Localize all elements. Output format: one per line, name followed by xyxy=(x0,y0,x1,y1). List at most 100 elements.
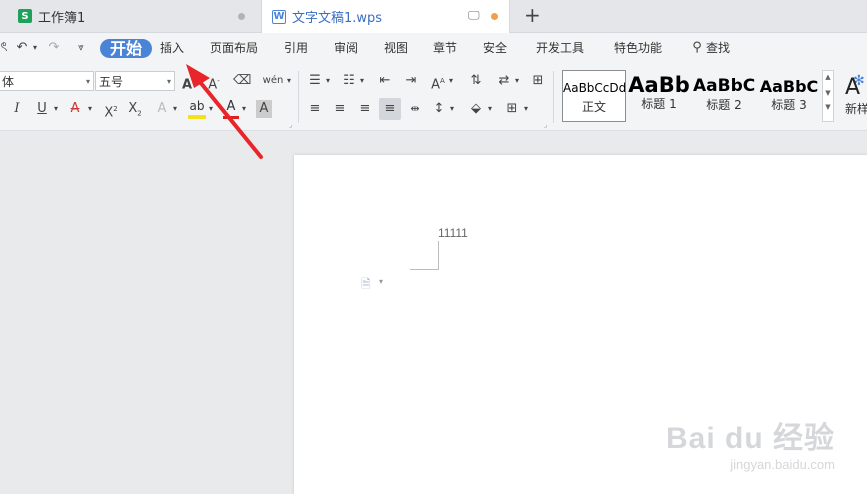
chevron-down-icon: ▾ xyxy=(85,77,90,86)
align-center-icon[interactable]: ≡ xyxy=(332,99,348,119)
menu-dev-tools[interactable]: 开发工具 xyxy=(536,33,584,63)
menu-references[interactable]: 引用 xyxy=(284,33,308,63)
search-icon[interactable]: ⚲ xyxy=(689,38,705,58)
distribute-icon[interactable]: ⇹ xyxy=(405,99,425,119)
menu-view[interactable]: 视图 xyxy=(384,33,408,63)
chevron-down-icon: ▾ xyxy=(166,77,171,86)
menu-security[interactable]: 安全 xyxy=(483,33,507,63)
tab-workbook[interactable]: S 工作簿1 xyxy=(0,0,260,32)
search-fragment-icon[interactable]: ৎ xyxy=(0,38,8,58)
new-style-label[interactable]: 新样 xyxy=(845,100,867,117)
baidu-watermark: Bai du 经验 jingyan.baidu.com xyxy=(666,413,835,472)
increase-indent-icon[interactable]: ⇥ xyxy=(403,71,419,91)
chevron-down-icon[interactable]: ▾ xyxy=(447,71,455,91)
redo-icon[interactable]: ↷ xyxy=(46,38,62,58)
chevron-down-icon[interactable]: ▾ xyxy=(486,99,494,119)
chevron-down-icon[interactable]: ▾ xyxy=(171,99,179,119)
menu-special-features[interactable]: 特色功能 xyxy=(614,33,662,63)
new-tab-plus-icon[interactable]: + xyxy=(524,3,541,27)
menu-start[interactable]: 开始 xyxy=(100,39,153,58)
chevron-down-icon[interactable]: ▾ xyxy=(240,99,248,119)
scroll-down-icon[interactable]: ▼ xyxy=(823,89,833,97)
underline-icon[interactable]: U xyxy=(34,99,50,119)
superscript-icon[interactable]: X2 xyxy=(102,99,120,120)
style-normal[interactable]: AaBbCcDd 正文 xyxy=(562,70,626,122)
spreadsheet-icon: S xyxy=(18,9,32,23)
chevron-down-icon[interactable]: ▾ xyxy=(358,71,366,91)
watermark-url: jingyan.baidu.com xyxy=(730,457,835,472)
chevron-down-icon[interactable]: ▾ xyxy=(513,71,521,91)
margin-crop-mark xyxy=(410,269,439,270)
clear-format-eraser-icon[interactable]: ⌫ xyxy=(233,71,251,91)
highlight-color-icon[interactable]: ab xyxy=(188,99,206,119)
chevron-down-icon[interactable]: ▾ xyxy=(448,99,456,119)
style-sample: AaBb xyxy=(628,73,690,97)
chevron-down-icon[interactable]: ▾ xyxy=(86,99,94,119)
menu-search[interactable]: 查找 xyxy=(706,33,730,63)
paste-options-icon[interactable]: 🗎 xyxy=(361,275,371,296)
style-heading-1[interactable]: AaBb 标题 1 xyxy=(627,70,691,122)
chevron-down-icon[interactable]: ▾ xyxy=(285,71,293,91)
align-left-icon[interactable]: ≡ xyxy=(307,99,323,119)
menu-review[interactable]: 审阅 xyxy=(334,33,358,63)
style-heading-2[interactable]: AaBbC 标题 2 xyxy=(692,70,756,122)
paragraph-shading-icon[interactable]: ⬙ xyxy=(467,99,485,119)
menu-bar: ৎ ↶ ▾ ↷ ⩔ 开始 插入 页面布局 引用 审阅 视图 章节 安全 开发工具… xyxy=(0,33,867,63)
text-effect-icon[interactable]: A xyxy=(154,99,170,119)
chevron-down-icon[interactable]: ▾ xyxy=(522,99,530,119)
document-text[interactable]: 11111 xyxy=(438,226,468,240)
scroll-up-icon[interactable]: ▲ xyxy=(823,73,833,81)
align-right-icon[interactable]: ≡ xyxy=(357,99,373,119)
dialog-launcher-icon[interactable]: ⌟ xyxy=(544,121,547,129)
justify-icon[interactable]: ≡ xyxy=(379,98,401,120)
show-marks-icon[interactable]: ⇄ xyxy=(496,71,512,91)
phonetic-glyph: wén xyxy=(262,75,284,86)
numbered-list-icon[interactable]: ☷ xyxy=(341,71,357,91)
style-sample: AaBbCcDd xyxy=(563,81,625,95)
table-grid-icon[interactable]: ⊞ xyxy=(529,71,547,91)
style-gallery-scroll[interactable]: ▲ ▼ ▼ xyxy=(822,70,834,122)
menu-section[interactable]: 章节 xyxy=(433,33,457,63)
customize-toolbar-icon[interactable]: ⩔ xyxy=(75,38,87,58)
font-family-select[interactable]: 体 ▾ xyxy=(0,71,94,91)
chevron-down-icon[interactable]: ▾ xyxy=(379,277,383,286)
new-style-a-icon[interactable]: A xyxy=(845,75,860,100)
borders-icon[interactable]: ⊞ xyxy=(503,99,521,119)
expand-gallery-icon[interactable]: ▼ xyxy=(823,103,833,111)
unsaved-dot-icon[interactable] xyxy=(491,13,498,20)
character-shading-icon[interactable]: A xyxy=(256,100,272,118)
decrease-indent-icon[interactable]: ⇤ xyxy=(377,71,393,91)
tab-document[interactable]: W 文字文稿1.wps 🖵 xyxy=(261,0,510,33)
chevron-down-icon[interactable]: ▾ xyxy=(52,99,60,119)
bullet-list-icon[interactable]: ☰ xyxy=(307,71,323,91)
menu-page-layout[interactable]: 页面布局 xyxy=(210,33,258,63)
undo-icon[interactable]: ↶ xyxy=(14,38,30,58)
font-size-select[interactable]: 五号 ▾ xyxy=(95,71,175,91)
tab-bar: S 工作簿1 W 文字文稿1.wps 🖵 + xyxy=(0,0,867,33)
close-dot-icon[interactable] xyxy=(238,13,245,20)
monitor-icon[interactable]: 🖵 xyxy=(468,8,480,23)
tab-label: 文字文稿1.wps xyxy=(292,11,383,26)
chevron-down-icon[interactable]: ▾ xyxy=(207,99,215,119)
change-case-icon[interactable]: AA xyxy=(430,71,446,92)
menu-insert[interactable]: 插入 xyxy=(160,33,184,63)
margin-crop-mark xyxy=(438,241,439,270)
tab-label: 工作簿1 xyxy=(38,10,86,26)
divider xyxy=(298,71,299,123)
strikethrough-icon[interactable]: A xyxy=(67,99,83,119)
italic-icon[interactable]: I xyxy=(10,99,24,119)
chevron-down-icon[interactable]: ▾ xyxy=(324,71,332,91)
style-name: 标题 3 xyxy=(771,98,807,112)
undo-dropdown-icon[interactable]: ▾ xyxy=(31,38,39,58)
shrink-font-icon[interactable]: A- xyxy=(205,71,223,92)
ribbon-toolbar: 体 ▾ 五号 ▾ A+ A- ⌫ wén ▾ I U ▾ A ▾ X2 X2 A… xyxy=(0,63,867,131)
font-color-icon[interactable]: A xyxy=(223,99,239,119)
line-spacing-icon[interactable]: ↕ xyxy=(431,99,447,119)
phonetic-guide-icon[interactable]: wén xyxy=(262,71,284,91)
sort-icon[interactable]: ⇅ xyxy=(468,71,484,91)
style-name: 标题 2 xyxy=(706,98,742,112)
style-heading-3[interactable]: AaBbC 标题 3 xyxy=(757,70,821,122)
dialog-launcher-icon[interactable]: ⌟ xyxy=(289,121,292,129)
grow-font-icon[interactable]: A+ xyxy=(181,71,199,92)
subscript-icon[interactable]: X2 xyxy=(126,99,144,119)
